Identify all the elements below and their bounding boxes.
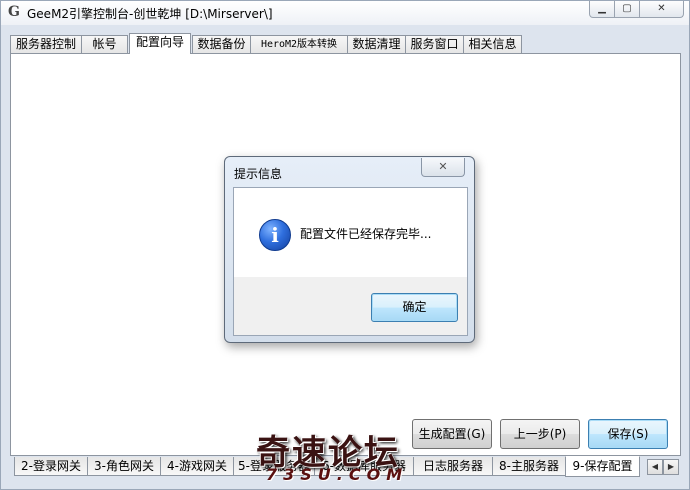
tab-data-backup[interactable]: 数据备份	[192, 35, 251, 53]
tab-main-server[interactable]: 8-主服务器	[492, 457, 566, 476]
tab-game-gateway[interactable]: 4-游戏网关	[160, 457, 234, 476]
ok-button[interactable]: 确定	[371, 293, 458, 322]
tab-server-control[interactable]: 服务器控制	[10, 35, 82, 53]
tab-save-config[interactable]: 9-保存配置	[565, 456, 640, 477]
information-icon: i	[259, 219, 291, 251]
tab-scroll-right-button[interactable]: ▶	[663, 459, 679, 475]
tab-herom2-convert[interactable]: HeroM2版本转换	[250, 35, 348, 53]
dialog-body: i 配置文件已经保存完毕... 确定	[233, 187, 468, 336]
dialog-message-area: i 配置文件已经保存完毕...	[234, 188, 467, 277]
main-window: G GeeM2引擎控制台-创世乾坤 [D:\Mirserver\] ▁ ▢ ✕ …	[0, 0, 690, 490]
top-tab-strip: 服务器控制 帐号 配置向导 数据备份 HeroM2版本转换 数据清理 服务窗口 …	[10, 33, 680, 54]
maximize-button[interactable]: ▢	[614, 1, 640, 18]
arrow-left-icon: ◀	[651, 462, 659, 471]
dialog-title: 提示信息	[234, 167, 283, 181]
previous-step-button[interactable]: 上一步(P)	[500, 419, 580, 449]
tab-config-wizard[interactable]: 配置向导	[129, 33, 191, 54]
tab-role-gateway[interactable]: 3-角色网关	[87, 457, 161, 476]
tab-service-window[interactable]: 服务窗口	[405, 35, 464, 53]
close-button[interactable]: ✕	[639, 1, 684, 18]
tab-login-gateway[interactable]: 2-登录网关	[14, 457, 88, 476]
dialog-message: 配置文件已经保存完毕...	[300, 227, 432, 241]
maximize-icon: ▢	[622, 3, 632, 14]
info-dialog: 提示信息 ✕ i 配置文件已经保存完毕... 确定	[224, 156, 475, 343]
minimize-button[interactable]: ▁	[589, 1, 615, 18]
site-watermark: 奇速论坛 73SU.COM	[256, 425, 456, 489]
title-bar[interactable]: G GeeM2引擎控制台-创世乾坤 [D:\Mirserver\] ▁ ▢ ✕	[1, 1, 689, 25]
close-icon: ✕	[657, 3, 666, 14]
dialog-close-button[interactable]: ✕	[421, 158, 465, 177]
tab-account[interactable]: 帐号	[81, 35, 128, 53]
tab-data-cleanup[interactable]: 数据清理	[347, 35, 406, 53]
app-logo-icon: G	[8, 4, 20, 20]
minimize-icon: ▁	[598, 3, 606, 14]
window-title: GeeM2引擎控制台-创世乾坤 [D:\Mirserver\]	[27, 7, 273, 21]
arrow-right-icon: ▶	[667, 462, 675, 471]
save-button[interactable]: 保存(S)	[588, 419, 668, 449]
tab-scroll-left-button[interactable]: ◀	[647, 459, 663, 475]
watermark-sub-text: 73SU.COM	[266, 465, 409, 484]
close-icon: ✕	[438, 160, 448, 173]
tab-related-info[interactable]: 相关信息	[463, 35, 522, 53]
